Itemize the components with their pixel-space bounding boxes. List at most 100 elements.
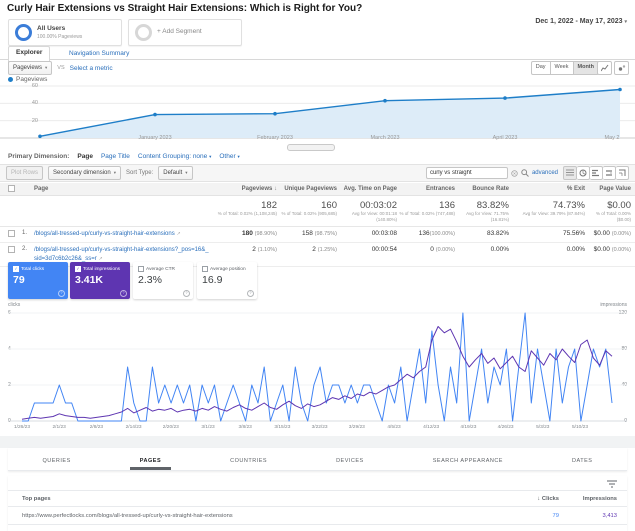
tab-dates[interactable]: DATES — [562, 452, 602, 470]
table-view-icon[interactable] — [563, 166, 577, 180]
help-icon[interactable]: ? — [247, 290, 254, 297]
help-icon[interactable]: ? — [58, 290, 65, 297]
row-checkbox[interactable] — [8, 246, 15, 253]
average-position-card[interactable]: Average position 16.9 ? — [197, 262, 257, 299]
help-icon[interactable]: ? — [120, 290, 127, 297]
col-header-avg-time[interactable]: Avg. Time on Page — [337, 186, 397, 192]
cell-pageviews: 2 — [252, 246, 256, 253]
page-link[interactable]: /blogs/all-tressed-up/curly-vs-straight-… — [34, 231, 175, 237]
col-header-page-value[interactable]: Page Value — [585, 186, 631, 192]
col-clicks[interactable]: ↓ Clicks — [507, 496, 559, 502]
ga-ytick: 60 — [24, 83, 38, 89]
plot-rows-button[interactable]: Plot Rows — [6, 166, 43, 180]
help-icon[interactable]: ? — [183, 290, 190, 297]
cell-value-pct: (0.00%) — [612, 247, 631, 253]
col-header-pct-exit[interactable]: % Exit — [509, 186, 585, 192]
cell-exit: 75.56% — [509, 230, 585, 237]
total-clicks-card[interactable]: ✓ Total clicks 79 ? — [8, 262, 68, 299]
pivot-view-icon[interactable] — [616, 166, 629, 180]
select-all-checkbox[interactable] — [8, 185, 15, 192]
col-header-entrances[interactable]: Entrances — [397, 186, 455, 192]
cell-entrances-pct: (0.00%) — [436, 247, 455, 253]
total-impressions-card[interactable]: ✓ Total impressions 3.41K ? — [70, 262, 130, 299]
row-checkbox[interactable] — [8, 230, 15, 237]
col-impressions[interactable]: Impressions — [559, 496, 617, 502]
tab-queries[interactable]: QUERIES — [33, 452, 81, 470]
cell-unique-pct: (98.75%) — [315, 231, 337, 237]
unchecked-checkbox-icon[interactable] — [138, 266, 144, 272]
external-link-icon[interactable]: ↗ — [99, 256, 103, 262]
clear-search-icon[interactable] — [511, 170, 518, 177]
cell-value: $0.00 — [594, 246, 610, 253]
summary-avg-time: 00:03:02 — [337, 200, 397, 211]
left-axis-label: clicks — [8, 302, 20, 308]
month-button[interactable]: Month — [574, 61, 600, 75]
checked-checkbox-icon[interactable]: ✓ — [13, 266, 19, 272]
segment-all-users[interactable]: All Users 100.00% Pageviews — [8, 19, 122, 46]
advanced-search-link[interactable]: advanced — [532, 170, 558, 176]
week-button[interactable]: Week — [551, 61, 574, 75]
cell-exit: 0.00% — [509, 246, 585, 253]
metric-select-label: Pageviews — [13, 65, 42, 71]
gsc-tab-bar: QUERIES PAGES COUNTRIES DEVICES SEARCH A… — [8, 448, 627, 471]
card-value: 79 — [13, 274, 64, 286]
summary-avg-time-sub: Avg for View: 00:01:18 (140.80%) — [337, 211, 397, 222]
summary-unique: 160 — [277, 200, 337, 211]
col-header-bounce-rate[interactable]: Bounce Rate — [455, 186, 509, 192]
col-top-pages[interactable]: Top pages — [22, 496, 507, 502]
summary-pageviews-sub: % of Total: 0.02% (1,108,245) — [211, 211, 277, 217]
external-link-icon[interactable]: ↗ — [177, 231, 181, 237]
cell-bounce: 0.00% — [455, 246, 509, 253]
unchecked-checkbox-icon[interactable] — [202, 266, 208, 272]
pageviews-timeseries-chart[interactable] — [0, 84, 635, 144]
gsc-page-url[interactable]: https://www.perfectlocks.com/blogs/all-t… — [22, 513, 507, 519]
search-input[interactable] — [426, 167, 508, 179]
tab-devices[interactable]: DEVICES — [326, 452, 374, 470]
date-range-picker[interactable]: Dec 1, 2022 - May 17, 2023 ▾ — [535, 18, 627, 25]
secondary-dimension-button[interactable]: Secondary dimension ▾ — [48, 166, 121, 180]
dimension-content-grouping[interactable]: Content Grouping: none ▾ — [138, 153, 211, 160]
gsc-xlabel: 2/1/23 — [42, 425, 76, 430]
average-ctr-card[interactable]: Average CTR 2.3% ? — [133, 262, 193, 299]
select-metric-link[interactable]: Select a metric — [70, 65, 113, 72]
cell-unique-pct: (1.25%) — [318, 247, 337, 253]
performance-view-icon[interactable] — [590, 166, 603, 180]
clicks-impressions-chart[interactable] — [8, 311, 627, 426]
motion-chart-icon[interactable] — [614, 61, 629, 75]
col-header-unique-pageviews[interactable]: Unique Pageviews — [277, 186, 337, 192]
sort-down-icon: ↓ — [537, 496, 540, 502]
gsc-table-row[interactable]: https://www.perfectlocks.com/blogs/all-t… — [8, 507, 627, 525]
page-link[interactable]: /blogs/all-tressed-up/curly-vs-straight-… — [34, 247, 209, 262]
chevron-down-icon: ▾ — [209, 154, 211, 159]
cell-pageviews-pct: (98.90%) — [255, 231, 277, 237]
right-axis-label: impressions — [600, 302, 627, 308]
tab-search-appearance[interactable]: SEARCH APPEARANCE — [423, 452, 513, 470]
summary-entrances: 136 — [397, 200, 455, 211]
granularity-buttons: Day Week Month — [531, 61, 599, 75]
chart-range-slider[interactable] — [287, 144, 335, 151]
dimension-page-title[interactable]: Page Title — [101, 153, 130, 160]
add-segment-button[interactable]: + Add Segment — [128, 19, 242, 46]
tab-pages[interactable]: PAGES — [130, 452, 171, 470]
table-view-toggle — [563, 166, 629, 180]
dimension-page[interactable]: Page — [77, 153, 93, 160]
search-icon[interactable] — [521, 169, 529, 177]
filter-icon[interactable] — [607, 480, 617, 488]
line-chart-icon[interactable] — [597, 61, 612, 75]
tab-navigation-summary[interactable]: Navigation Summary — [62, 48, 136, 59]
comparison-view-icon[interactable] — [603, 166, 616, 180]
ga-xlabel: May 2 — [596, 135, 628, 141]
metric-select[interactable]: Pageviews ▾ — [8, 61, 52, 75]
col-header-pageviews[interactable]: Pageviews ↓ — [211, 186, 277, 192]
percentage-view-icon[interactable] — [577, 166, 590, 180]
gsc-xlabel: 4/26/23 — [489, 425, 523, 430]
checked-checkbox-icon[interactable]: ✓ — [75, 266, 81, 272]
sort-type-select[interactable]: Default ▾ — [158, 166, 192, 180]
tab-countries[interactable]: COUNTRIES — [220, 452, 277, 470]
day-button[interactable]: Day — [531, 61, 551, 75]
table-summary-row: 182% of Total: 0.02% (1,108,245) 160% of… — [0, 196, 635, 227]
col-header-page[interactable]: Page — [34, 186, 211, 192]
card-value: 16.9 — [202, 274, 253, 286]
ga-xlabel: April 2023 — [475, 135, 535, 141]
dimension-other[interactable]: Other ▾ — [219, 153, 239, 160]
